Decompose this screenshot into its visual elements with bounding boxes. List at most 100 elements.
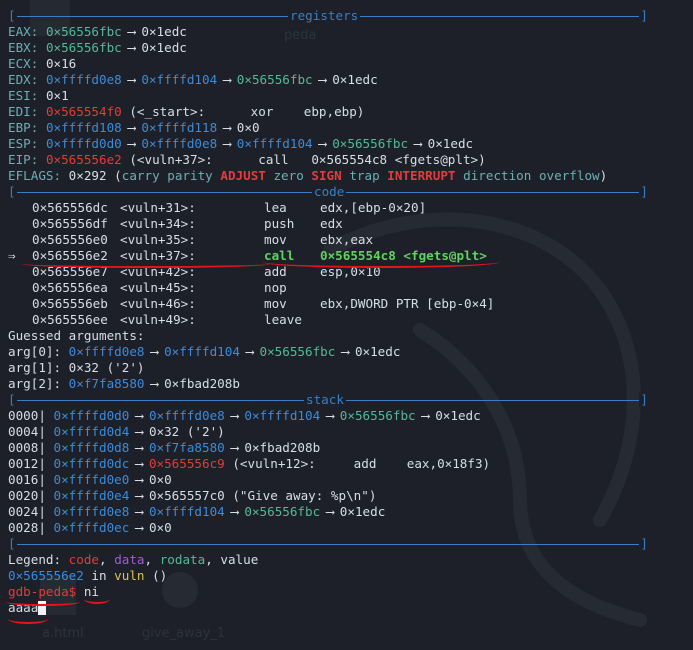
stack-offset: 0000| — [8, 408, 46, 423]
terminal-window[interactable]: [ registers ] EAX: 0×56556fbc ⟶ 0×1edc EBX:… — [0, 0, 693, 650]
legend-code: code — [68, 552, 100, 567]
red-underline-call — [22, 260, 270, 268]
code-opcode: leave — [264, 312, 302, 327]
guessed-arg-row: arg[2]: 0×f7fa8580 ⟶ 0×fbad208b — [8, 376, 240, 392]
register-name: EDI: — [8, 104, 39, 119]
stack-address: 0×ffffd0e4 — [53, 488, 130, 503]
arrow-icon: ⟶ — [135, 472, 143, 487]
arrow-icon: ⟶ — [135, 440, 143, 455]
red-underline-fgets — [262, 256, 500, 268]
code-opcode: mov — [264, 232, 287, 247]
register-address: 0×ffffd0e8 — [141, 136, 218, 151]
code-address: 0×565556dc — [32, 200, 108, 215]
arrow-icon: ⟶ — [135, 424, 143, 439]
arg-value: 0×32 ('2') — [68, 360, 145, 375]
arrow-icon: ⟶ — [150, 376, 159, 391]
arg-value: 0×1edc — [354, 344, 401, 359]
stack-address: 0×ffffd0e0 — [53, 472, 130, 487]
register-value: 0×16 — [45, 56, 77, 71]
register-name: EDX: — [8, 72, 39, 87]
stack-row: 0020| 0×ffffd0e4 ⟶ 0×565557c0 ("Give away:… — [8, 488, 376, 504]
register-address: 0×ffffd104 — [236, 136, 313, 151]
eflag-carry: carry — [121, 168, 160, 183]
register-annotation: (<_start>: xor ebp,ebp) — [121, 104, 365, 119]
register-row: EIP: 0×565556e2 (<vuln+37>: call 0×56555… — [8, 152, 486, 168]
stack-offset: 0028| — [8, 520, 46, 535]
code-operands: ebx,eax — [320, 232, 374, 247]
legend-data: data — [114, 552, 145, 567]
code-symbol: <vuln+49>: — [120, 312, 196, 327]
stack-value: 0×56556fbc — [339, 408, 416, 423]
stack-offset: 0008| — [8, 440, 46, 455]
register-address: 0×ffffd0e8 — [45, 72, 122, 87]
stack-offset: 0004| — [8, 424, 46, 439]
stack-address: 0×ffffd0d8 — [53, 440, 130, 455]
location-function: vuln — [114, 568, 145, 583]
register-value: 0×0 — [236, 120, 260, 135]
guessed-args-title: Guessed arguments: — [8, 328, 145, 343]
eflag-trap: trap — [349, 168, 380, 183]
arrow-icon: ⟶ — [135, 488, 143, 503]
arrow-icon: ⟶ — [127, 24, 136, 39]
eflags-value: 0×292 ( — [61, 168, 122, 183]
stack-value: 0×1edc — [339, 504, 386, 519]
code-opcode: mov — [264, 296, 287, 311]
arrow-icon: ⟶ — [127, 72, 136, 87]
stack-address: 0×ffffd0d4 — [53, 424, 130, 439]
arrow-icon: ⟶ — [318, 136, 327, 151]
arg-value: 0×56556fbc — [259, 344, 336, 359]
eflags-row: EFLAGS: 0×292 (carry parity ADJUST zero … — [8, 168, 607, 184]
stack-row: 0008| 0×ffffd0d8 ⟶ 0×f7fa8580 ⟶ 0×fbad208b — [8, 440, 320, 456]
red-underline-ni — [84, 594, 110, 604]
code-symbol: <vuln+45>: — [120, 280, 196, 295]
red-underline-prompt — [6, 598, 80, 606]
stack-row: 0016| 0×ffffd0e0 ⟶ 0×0 — [8, 472, 172, 488]
register-name: ESI: — [8, 88, 39, 103]
arrow-icon: ⟶ — [223, 136, 231, 151]
register-value: 0×1edc — [332, 72, 378, 87]
code-opcode: nop — [264, 280, 287, 295]
stack-value: 0×0 — [148, 472, 172, 487]
register-value: 0×1edc — [141, 24, 187, 39]
register-value: 0×1edc — [427, 136, 474, 151]
eflags-name: EFLAGS: — [8, 168, 62, 183]
location-address: 0×565556e2 — [8, 568, 84, 583]
stack-row: 0004| 0×ffffd0d4 ⟶ 0×32 ('2') — [8, 424, 225, 440]
arg-label: arg[2]: — [8, 376, 69, 391]
stack-row: 0012| 0×ffffd0dc ⟶ 0×565556c9 (<vuln+12>: … — [8, 456, 490, 472]
location-line: 0×565556e2 in vuln () — [8, 568, 168, 583]
code-operands: edx,[ebp-0×20] — [320, 200, 427, 215]
arrow-icon: ⟶ — [150, 344, 159, 359]
arrow-icon: ⟶ — [135, 520, 143, 535]
arrow-icon: ⟶ — [318, 72, 327, 87]
stack-row: 0024| 0×ffffd0e8 ⟶ 0×ffffd104 ⟶ 0×56556fbc ⟶ 0… — [8, 504, 385, 520]
arg-value: 0×ffffd104 — [164, 344, 240, 359]
stack-offset: 0024| — [8, 504, 46, 519]
register-name: ECX: — [8, 56, 39, 71]
register-address: 0×565556e2 — [45, 152, 122, 167]
stack-value: (<vuln+12>: add eax,0×18f3) — [224, 456, 491, 471]
stack-offset: 0020| — [8, 488, 46, 503]
stack-value: 0×565556c9 — [148, 456, 225, 471]
stack-value: 0×32 ('2') — [148, 424, 225, 439]
stack-value: 0×565557c0 ("Give away: %p\n") — [148, 488, 377, 503]
register-name: EBX: — [8, 40, 39, 55]
eflag-parity: parity — [167, 168, 213, 183]
stack-address: 0×ffffd0e8 — [53, 504, 130, 519]
arg-label: arg[0]: — [8, 344, 69, 359]
stack-offset: 0012| — [8, 456, 46, 471]
register-address: 0×56556fbc — [332, 136, 409, 151]
register-name: EIP: — [8, 152, 39, 167]
arrow-icon: ⟶ — [230, 408, 239, 423]
register-row: ESI: 0×1 — [8, 88, 69, 104]
code-title: code — [312, 184, 347, 200]
